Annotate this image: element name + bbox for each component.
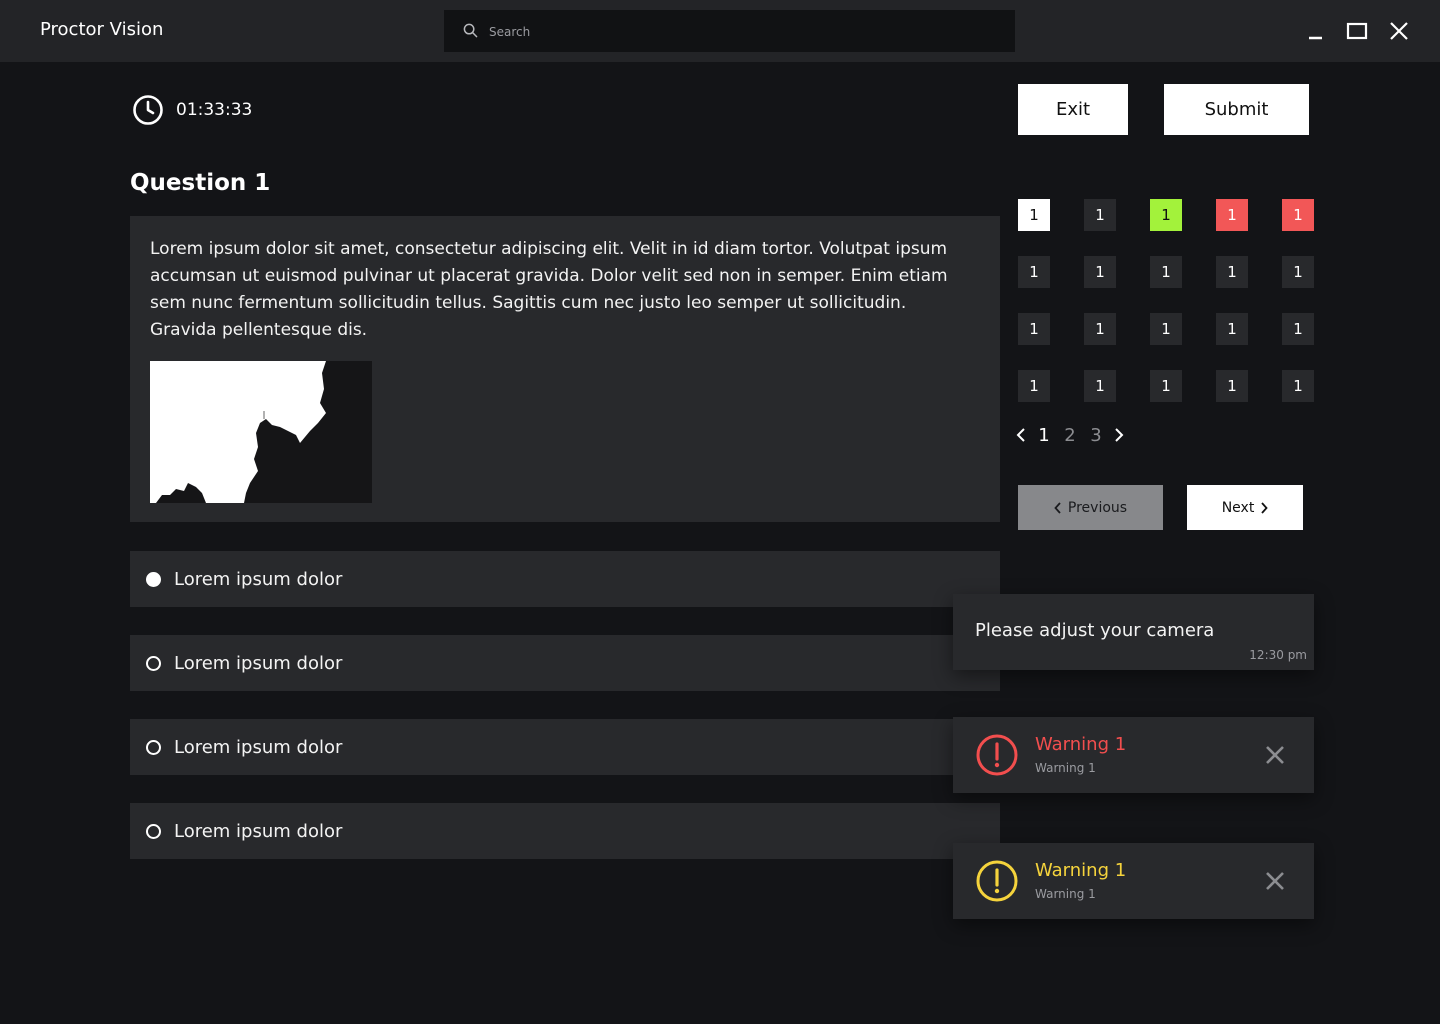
- question-nav-cell[interactable]: 1: [1084, 313, 1116, 345]
- answer-option-label: Lorem ipsum dolor: [174, 736, 343, 758]
- warning-toast: Warning 1 Warning 1: [953, 843, 1314, 919]
- question-nav-cell[interactable]: 1: [1084, 370, 1116, 402]
- question-nav-cell[interactable]: 1: [1150, 370, 1182, 402]
- minimize-icon[interactable]: [1302, 18, 1328, 44]
- question-nav-cell[interactable]: 1: [1216, 313, 1248, 345]
- close-window-icon[interactable]: [1386, 18, 1412, 44]
- radio-button[interactable]: [146, 571, 161, 587]
- radio-button[interactable]: [146, 823, 161, 839]
- question-nav-cell[interactable]: 1: [1018, 370, 1050, 402]
- answer-option-label: Lorem ipsum dolor: [174, 820, 343, 842]
- page-number[interactable]: 3: [1086, 425, 1106, 446]
- close-icon[interactable]: [1264, 744, 1286, 766]
- answer-option-3[interactable]: Lorem ipsum dolor: [130, 719, 1000, 775]
- question-nav-cell[interactable]: 1: [1084, 199, 1116, 231]
- question-nav-cell[interactable]: 1: [1282, 370, 1314, 402]
- search-input[interactable]: [487, 10, 991, 54]
- next-button-label: Next: [1221, 499, 1255, 516]
- next-button[interactable]: Next: [1187, 485, 1303, 530]
- clock-icon: [133, 95, 163, 125]
- question-nav-cell[interactable]: 1: [1216, 199, 1248, 231]
- alert-circle-icon: [976, 734, 1018, 776]
- close-icon[interactable]: [1264, 870, 1286, 892]
- pagination: 1 2 3: [1014, 424, 1126, 446]
- question-nav-cell[interactable]: 1: [1216, 256, 1248, 288]
- exam-timer: 01:33:33: [132, 94, 252, 126]
- question-nav-cell[interactable]: 1: [1084, 256, 1116, 288]
- app-title: Proctor Vision: [40, 19, 164, 40]
- page-number[interactable]: 2: [1060, 425, 1080, 446]
- warning-toast: Warning 1 Warning 1: [953, 717, 1314, 793]
- message-text: Please adjust your camera: [975, 620, 1215, 641]
- question-nav-cell[interactable]: 1: [1150, 199, 1182, 231]
- question-nav-cell[interactable]: 1: [1282, 199, 1314, 231]
- question-nav-cell[interactable]: 1: [1282, 313, 1314, 345]
- question-text: Lorem ipsum dolor sit amet, consectetur …: [150, 239, 948, 340]
- search-icon: [463, 23, 478, 38]
- radio-button[interactable]: [146, 739, 161, 755]
- warning-title: Warning 1: [1035, 734, 1127, 755]
- message-timestamp: 12:30 pm: [1249, 648, 1307, 662]
- answer-option-1[interactable]: Lorem ipsum dolor: [130, 551, 1000, 607]
- warning-title: Warning 1: [1035, 860, 1127, 881]
- chevron-left-icon[interactable]: [1014, 424, 1028, 446]
- answer-option-4[interactable]: Lorem ipsum dolor: [130, 803, 1000, 859]
- exit-button[interactable]: Exit: [1018, 84, 1128, 135]
- warning-subtitle: Warning 1: [1035, 761, 1096, 775]
- question-nav-cell[interactable]: 1: [1018, 256, 1050, 288]
- timer-value: 01:33:33: [176, 100, 253, 120]
- radio-button[interactable]: [146, 655, 161, 671]
- proctor-message: Please adjust your camera 12:30 pm: [953, 594, 1314, 670]
- question-nav-cell[interactable]: 1: [1150, 313, 1182, 345]
- page-number[interactable]: 1: [1034, 425, 1054, 446]
- chevron-right-icon[interactable]: [1112, 424, 1126, 446]
- question-nav-cell[interactable]: 1: [1216, 370, 1248, 402]
- question-title: Question 1: [130, 170, 271, 196]
- question-nav-cell[interactable]: 1: [1150, 256, 1182, 288]
- question-image: [150, 361, 372, 503]
- question-panel: Lorem ipsum dolor sit amet, consectetur …: [130, 216, 1000, 522]
- chevron-right-icon: [1261, 501, 1269, 514]
- question-nav-cell[interactable]: 1: [1018, 313, 1050, 345]
- maximize-icon[interactable]: [1344, 18, 1370, 44]
- question-nav-cell[interactable]: 1: [1282, 256, 1314, 288]
- submit-button[interactable]: Submit: [1164, 84, 1309, 135]
- previous-button-label: Previous: [1067, 499, 1128, 516]
- previous-button[interactable]: Previous: [1018, 485, 1163, 530]
- warning-subtitle: Warning 1: [1035, 887, 1096, 901]
- title-bar: Proctor Vision: [0, 0, 1440, 62]
- answer-option-label: Lorem ipsum dolor: [174, 652, 343, 674]
- chevron-left-icon: [1054, 501, 1061, 514]
- answer-option-label: Lorem ipsum dolor: [174, 568, 343, 590]
- answer-option-2[interactable]: Lorem ipsum dolor: [130, 635, 1000, 691]
- question-nav-cell[interactable]: 1: [1018, 199, 1050, 231]
- search-bar[interactable]: [444, 10, 1015, 54]
- alert-circle-icon: [976, 860, 1018, 902]
